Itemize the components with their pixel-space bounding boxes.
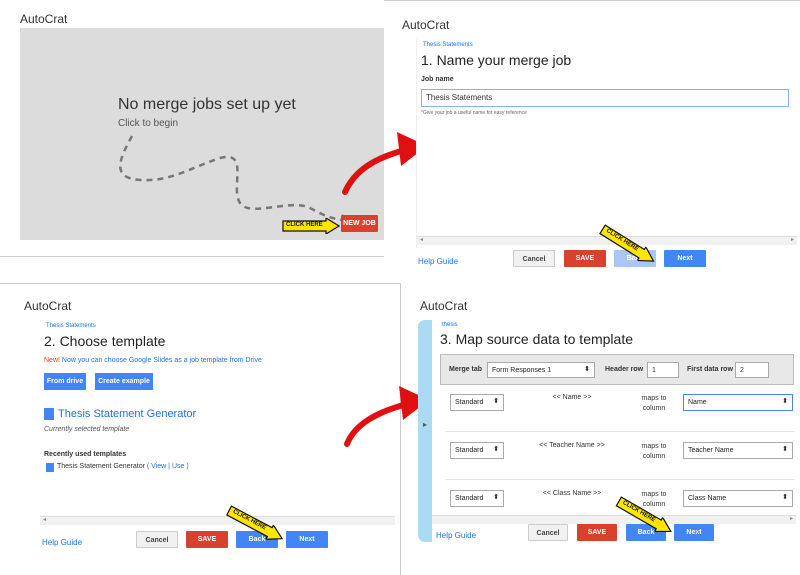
help-guide-link[interactable]: Help Guide bbox=[436, 531, 476, 540]
merge-settings-bar: Merge tab Form Responses 1 ⬍ Header row 1… bbox=[440, 354, 794, 385]
help-guide-link[interactable]: Help Guide bbox=[42, 538, 82, 547]
horizontal-scrollbar[interactable]: ▸ bbox=[432, 515, 796, 524]
merge-tab-label: Merge tab bbox=[449, 366, 483, 373]
sidebar-strip[interactable]: ▸ bbox=[418, 320, 432, 542]
breadcrumb[interactable]: Thesis Statements bbox=[423, 42, 473, 48]
header-row-input[interactable]: 1 bbox=[647, 362, 679, 378]
expand-caret-icon[interactable]: ▸ bbox=[423, 420, 427, 429]
merge-tab-select[interactable]: Form Responses 1 ⬍ bbox=[487, 362, 595, 378]
first-data-row-label: First data row bbox=[687, 366, 733, 373]
new-label: New! bbox=[44, 357, 60, 364]
horizontal-scrollbar[interactable]: ◂ bbox=[40, 516, 395, 525]
next-button[interactable]: Next bbox=[674, 524, 714, 541]
save-button[interactable]: SAVE bbox=[186, 531, 228, 548]
merge-tag: << Class Name >> bbox=[542, 490, 602, 497]
app-title: AutoCrat bbox=[402, 18, 450, 32]
view-link[interactable]: View bbox=[151, 463, 166, 470]
chevron-down-icon: ⬍ bbox=[584, 366, 590, 373]
row-type-select[interactable]: Standard ⬍ bbox=[450, 394, 504, 411]
slides-doc-icon bbox=[44, 408, 54, 420]
new-text[interactable]: Now you can choose Google Slides as a jo… bbox=[60, 357, 262, 364]
column-select[interactable]: Teacher Name ⬍ bbox=[683, 442, 793, 459]
merge-tag: << Teacher Name >> bbox=[539, 442, 605, 449]
cancel-button[interactable]: Cancel bbox=[136, 531, 178, 548]
job-name-field[interactable]: Thesis Statements bbox=[421, 89, 789, 107]
maps-to-label: maps to column bbox=[641, 395, 667, 412]
column-select[interactable]: Name ⬍ bbox=[683, 394, 793, 411]
cancel-button[interactable]: Cancel bbox=[528, 524, 568, 541]
recent-item-name: Thesis Statement Generator bbox=[57, 463, 145, 470]
job-name-hint: *Give your job a useful name for easy re… bbox=[421, 110, 527, 116]
cancel-button[interactable]: Cancel bbox=[513, 250, 555, 267]
new-notice: New! Now you can choose Google Slides as… bbox=[44, 357, 262, 364]
dashed-path-icon bbox=[119, 135, 354, 227]
step-title: 1. Name your merge job bbox=[421, 52, 572, 68]
job-name-label: Job name bbox=[421, 76, 454, 83]
create-example-button[interactable]: Create example bbox=[95, 373, 153, 390]
chevron-down-icon: ⬍ bbox=[782, 494, 788, 501]
breadcrumb[interactable]: thesis bbox=[442, 322, 458, 328]
app-title: AutoCrat bbox=[24, 299, 72, 313]
maps-to-label: maps to column bbox=[641, 443, 667, 460]
recent-label: Recently used templates bbox=[44, 451, 127, 458]
help-guide-link[interactable]: Help Guide bbox=[418, 257, 458, 266]
chevron-down-icon: ⬍ bbox=[493, 446, 499, 453]
chevron-down-icon: ⬍ bbox=[493, 398, 499, 405]
template-name[interactable]: Thesis Statement Generator bbox=[58, 408, 196, 420]
row-divider bbox=[446, 479, 794, 480]
save-button[interactable]: SAVE bbox=[577, 524, 617, 541]
column-select[interactable]: Class Name ⬍ bbox=[683, 490, 793, 507]
empty-state-area[interactable]: No merge jobs set up yet Click to begin … bbox=[20, 28, 384, 240]
save-button[interactable]: SAVE bbox=[564, 250, 606, 267]
red-arrow-icon bbox=[344, 386, 429, 447]
merge-tag: << Name >> bbox=[552, 394, 592, 401]
chevron-down-icon: ⬍ bbox=[493, 494, 499, 501]
app-title: AutoCrat bbox=[20, 12, 68, 26]
row-type-select[interactable]: Standard ⬍ bbox=[450, 490, 504, 507]
new-job-button[interactable]: NEW JOB bbox=[341, 215, 378, 232]
row-divider bbox=[446, 431, 794, 432]
template-subtitle: Currently selected template bbox=[44, 426, 130, 433]
step-card: Thesis Statements 1. Name your merge job… bbox=[416, 38, 797, 248]
use-link[interactable]: Use bbox=[172, 463, 184, 470]
doc-icon bbox=[46, 463, 54, 472]
first-data-row-input[interactable]: 2 bbox=[735, 362, 769, 378]
header-row-label: Header row bbox=[605, 366, 644, 373]
next-button[interactable]: Next bbox=[664, 250, 706, 267]
breadcrumb[interactable]: Thesis Statements bbox=[46, 323, 96, 329]
next-button[interactable]: Next bbox=[286, 531, 328, 548]
click-here-label: CLICK HERE bbox=[286, 222, 323, 228]
step-title: 2. Choose template bbox=[44, 333, 166, 349]
chevron-down-icon: ⬍ bbox=[782, 398, 788, 405]
row-type-select[interactable]: Standard ⬍ bbox=[450, 442, 504, 459]
from-drive-button[interactable]: From drive bbox=[44, 373, 86, 390]
app-title: AutoCrat bbox=[420, 299, 468, 313]
empty-title: No merge jobs set up yet bbox=[118, 96, 296, 113]
step-title: 3. Map source data to template bbox=[440, 331, 633, 347]
recent-item: Thesis Statement Generator ( View | Use … bbox=[57, 463, 189, 470]
chevron-down-icon: ⬍ bbox=[782, 446, 788, 453]
divider bbox=[0, 256, 384, 257]
